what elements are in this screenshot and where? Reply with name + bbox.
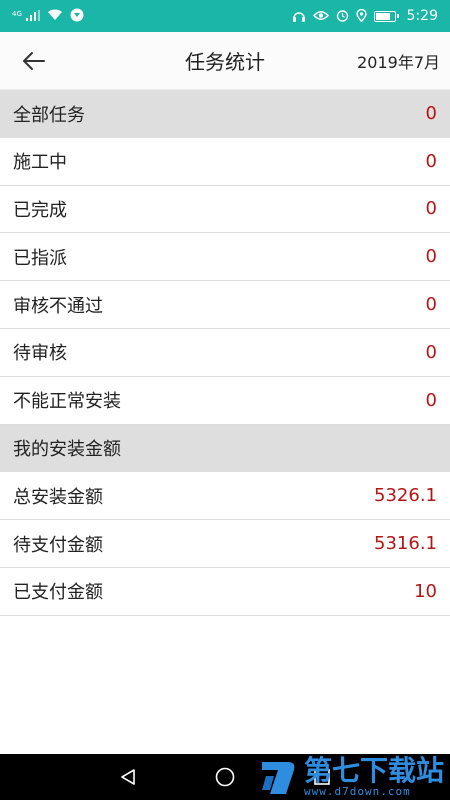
list-item-value: 10 xyxy=(414,580,437,602)
section-header-value: 0 xyxy=(425,103,437,125)
list-item[interactable]: 已支付金额 10 xyxy=(0,567,450,616)
list-item-label: 审核不通过 xyxy=(13,295,103,317)
section-header-all-tasks: 全部任务 0 xyxy=(0,90,450,138)
status-bar: 4G 5:29 xyxy=(0,0,450,32)
wifi-icon xyxy=(47,9,63,23)
date-selector[interactable]: 2019年7月 xyxy=(357,49,440,73)
list-item[interactable]: 审核不通过 0 xyxy=(0,281,450,329)
list-item-value: 0 xyxy=(425,294,437,316)
list-item-value: 5326.1 xyxy=(374,485,437,507)
list-item-label: 不能正常安装 xyxy=(13,391,121,413)
list-item-label: 已指派 xyxy=(13,247,67,269)
section-header-my-amount: 我的安装金额 xyxy=(0,424,450,473)
watermark-url: www.d7down.com xyxy=(303,785,411,798)
status-time: 5:29 xyxy=(406,8,438,24)
eye-icon xyxy=(312,10,329,23)
network-type: 4G xyxy=(12,9,22,18)
nav-back-button[interactable] xyxy=(98,754,158,800)
list-item-value: 0 xyxy=(425,150,437,172)
app-notification-icon xyxy=(70,8,84,24)
list-item-label: 已完成 xyxy=(13,199,67,221)
list-item[interactable]: 已完成 0 xyxy=(0,185,450,234)
list-item[interactable]: 已指派 0 xyxy=(0,233,450,282)
alarm-icon xyxy=(336,9,349,24)
signal-icon: 4G xyxy=(12,9,40,23)
circle-home-icon xyxy=(215,767,235,787)
watermark: 第七下载站 www.d7down.com xyxy=(258,757,444,798)
section-header-label: 我的安装金额 xyxy=(13,439,121,461)
list-item[interactable]: 待支付金额 5316.1 xyxy=(0,520,450,568)
watermark-title: 第七下载站 xyxy=(303,754,444,787)
list-item[interactable]: 施工中 0 xyxy=(0,137,450,186)
list-item-value: 0 xyxy=(425,389,437,411)
list-item[interactable]: 待审核 0 xyxy=(0,328,450,377)
list-item-label: 待支付金额 xyxy=(13,534,103,556)
list-item-value: 5316.1 xyxy=(374,533,437,555)
list-item-label: 施工中 xyxy=(13,152,67,174)
list-item-label: 总安装金额 xyxy=(13,486,103,508)
section-header-label: 全部任务 xyxy=(13,104,85,126)
list-item-label: 待审核 xyxy=(13,343,67,365)
list-item[interactable]: 总安装金额 5326.1 xyxy=(0,472,450,521)
app-bar: 任务统计 2019年7月 xyxy=(0,32,450,90)
d7down-logo-icon xyxy=(261,761,295,794)
status-right: 5:29 xyxy=(292,8,438,24)
location-icon xyxy=(355,8,367,24)
statistics-list: 全部任务 0 施工中 0 已完成 0 已指派 0 审核不通过 0 待审核 0 不… xyxy=(0,90,450,616)
list-item[interactable]: 不能正常安装 0 xyxy=(0,376,450,425)
system-nav-bar: 第七下载站 www.d7down.com xyxy=(0,754,450,800)
battery-icon xyxy=(373,10,399,22)
watermark-text: 第七下载站 www.d7down.com xyxy=(303,754,444,799)
list-item-value: 0 xyxy=(425,198,437,220)
battery-level xyxy=(375,12,390,20)
triangle-back-icon xyxy=(121,769,135,785)
nav-home-button[interactable] xyxy=(195,754,255,800)
list-item-value: 0 xyxy=(425,246,437,268)
status-left: 4G xyxy=(12,8,84,24)
list-item-label: 已支付金额 xyxy=(13,582,103,604)
list-item-value: 0 xyxy=(425,341,437,363)
headset-icon xyxy=(292,9,306,24)
